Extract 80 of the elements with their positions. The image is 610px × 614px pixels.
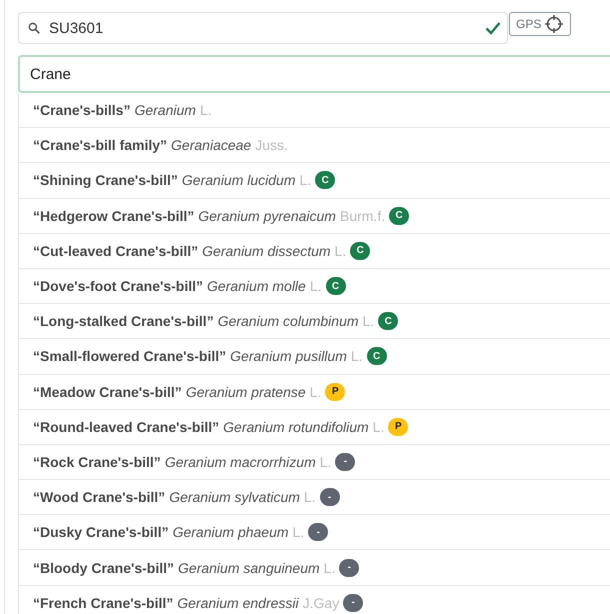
common-name: “Shining Crane's-bill”	[33, 172, 178, 188]
common-name: “Dusky Crane's-bill”	[33, 524, 169, 540]
scientific-name: Geranium	[134, 102, 196, 118]
author-name: J.Gay	[302, 594, 340, 611]
field-value: Crane	[30, 66, 71, 82]
status-badge: C	[326, 277, 346, 296]
status-badge: C	[366, 347, 387, 366]
scientific-name: Geranium sylvaticum	[169, 489, 300, 506]
suggestion-item[interactable]: “Crane's-bill family” Geraniaceae Juss.	[19, 128, 610, 164]
suggestion-item[interactable]: “Long-stalked Crane's-bill” Geranium columbinum L. C	[19, 304, 610, 340]
suggestion-item[interactable]: “French Crane's-bill” Geranium endressii J.Gay -	[19, 586, 610, 614]
author-name: L.	[334, 242, 346, 259]
status-badge: -	[308, 523, 328, 542]
scientific-name: Geranium sanguineum	[178, 560, 320, 576]
suggestion-item[interactable]: “Small-flowered Crane's-bill” Geranium pusillum L. C	[19, 339, 610, 374]
author-name: Burm.f.	[340, 208, 386, 224]
suggestion-item[interactable]: “Bloody Crane's-bill” Geranium sanguineum L. -	[19, 550, 610, 586]
suggestion-item[interactable]: “Dove's-foot Crane's-bill” Geranium molle L. C	[19, 268, 610, 304]
status-badge: -	[335, 452, 356, 471]
common-name: “Hedgerow Crane's-bill”	[33, 208, 194, 224]
common-name: “Bloody Crane's-bill”	[33, 560, 174, 576]
status-badge: C	[315, 171, 336, 190]
common-name: “Dove's-foot Crane's-bill”	[33, 278, 204, 294]
scientific-name: Geranium macrorrhizum	[164, 454, 316, 470]
common-name: “French Crane's-bill”	[33, 594, 174, 611]
scientific-name: Geranium rotundifolium	[223, 418, 369, 435]
common-name: “Meadow Crane's-bill”	[33, 384, 182, 400]
status-badge: C	[389, 206, 410, 225]
common-name: “Crane's-bills”	[33, 102, 130, 118]
field-value: SU3601	[49, 20, 104, 36]
author-name: L.	[362, 313, 374, 330]
suggestion-item[interactable]: “Shining Crane's-bill” Geranium lucidum L. C	[19, 163, 610, 199]
scientific-name: Geranium dissectum	[202, 242, 331, 259]
author-name: L.	[292, 524, 304, 540]
author-name: L.	[320, 454, 332, 470]
status-badge: P	[325, 382, 346, 401]
grid-reference-field[interactable]: SU3601	[18, 12, 508, 44]
status-badge: -	[343, 594, 364, 612]
common-name: “Small-flowered Crane's-bill”	[33, 348, 226, 364]
author-name: Juss.	[255, 137, 288, 154]
scientific-name: Geraniaceae	[171, 137, 252, 154]
suggestion-item[interactable]: “Round-leaved Crane's-bill” Geranium rotundifolium L. P	[19, 410, 610, 445]
author-name: L.	[304, 489, 316, 506]
suggestion-item[interactable]: “Crane's-bills” Geranium L.	[19, 93, 610, 128]
author-name: L.	[310, 278, 322, 294]
author-name: L.	[310, 384, 322, 400]
taxon-search-field[interactable]: Crane	[18, 55, 610, 93]
scientific-name: Geranium molle	[207, 278, 306, 294]
author-name: L.	[300, 172, 312, 188]
status-badge: -	[320, 488, 340, 506]
common-name: “Round-leaved Crane's-bill”	[33, 418, 220, 435]
suggestion-item[interactable]: “Wood Crane's-bill” Geranium sylvaticum L. -	[19, 480, 610, 516]
suggestion-item[interactable]: “Rock Crane's-bill” Geranium macrorrhizum L. -	[19, 444, 610, 480]
crosshair-icon	[544, 14, 564, 34]
status-badge: C	[378, 312, 398, 330]
status-badge: P	[388, 418, 408, 436]
scientific-name: Geranium endressii	[177, 594, 299, 611]
common-name: “Long-stalked Crane's-bill”	[33, 313, 214, 330]
suggestion-item[interactable]: “Hedgerow Crane's-bill” Geranium pyrenaicum Burm.f. C	[19, 198, 610, 234]
search-icon	[27, 21, 41, 35]
scientific-name: Geranium lucidum	[182, 172, 296, 188]
suggestion-item[interactable]: “Cut-leaved Crane's-bill” Geranium dissectum L. C	[19, 234, 610, 269]
scientific-name: Geranium pyrenaicum	[198, 208, 336, 224]
status-badge: C	[350, 242, 370, 260]
common-name: “Crane's-bill family”	[33, 137, 168, 154]
author-name: L.	[372, 418, 384, 435]
author-name: L.	[200, 102, 212, 118]
common-name: “Wood Crane's-bill”	[33, 489, 166, 506]
status-badge: -	[339, 558, 360, 577]
author-name: L.	[324, 560, 336, 576]
suggestion-item[interactable]: “Meadow Crane's-bill” Geranium pratense L. P	[19, 374, 610, 410]
scientific-name: Geranium phaeum	[172, 524, 289, 540]
common-name: “Cut-leaved Crane's-bill”	[33, 242, 198, 259]
common-name: “Rock Crane's-bill”	[33, 454, 161, 470]
gps-button[interactable]: GPS	[509, 12, 572, 36]
suggestion-item[interactable]: “Dusky Crane's-bill” Geranium phaeum L. -	[19, 515, 610, 550]
scientific-name: Geranium pusillum	[230, 348, 347, 364]
scientific-name: Geranium columbinum	[218, 313, 359, 330]
scientific-name: Geranium pratense	[186, 384, 306, 400]
author-name: L.	[350, 348, 363, 364]
